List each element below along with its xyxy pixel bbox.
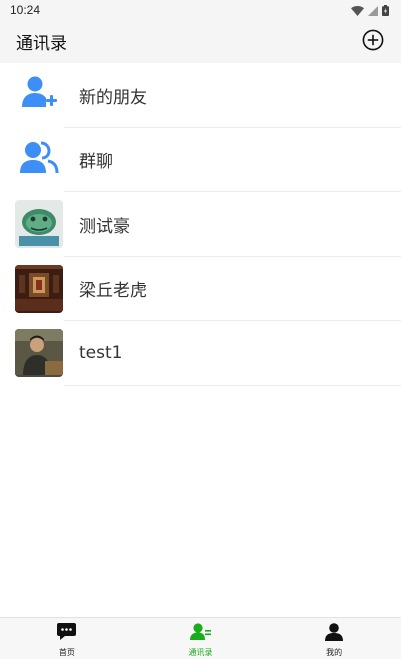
nav-tab-contacts[interactable]: 通讯录 <box>134 618 268 659</box>
person-icon <box>325 623 344 645</box>
avatar <box>15 136 63 184</box>
add-button[interactable] <box>361 29 385 55</box>
contact-item[interactable]: 梁丘老虎 <box>0 257 401 321</box>
plus-circle-icon <box>362 29 384 55</box>
nav-tab-me[interactable]: 我的 <box>267 618 401 659</box>
nav-label: 首页 <box>58 648 75 657</box>
status-icons <box>351 1 389 20</box>
avatar <box>15 71 63 119</box>
contact-name: 测试豪 <box>79 216 130 237</box>
contact-name: 梁丘老虎 <box>79 281 147 301</box>
nav-label: 我的 <box>326 648 343 657</box>
green-creature-photo <box>15 200 63 248</box>
divider <box>64 384 401 386</box>
battery-icon <box>382 1 389 20</box>
nav-tab-home[interactable]: 首页 <box>0 618 134 659</box>
contact-item-new-friends[interactable]: 新的朋友 <box>0 63 401 128</box>
group-chat-icon <box>19 140 59 180</box>
avatar <box>15 200 63 248</box>
room-photo <box>15 264 63 313</box>
contact-item[interactable]: 测试豪 <box>0 192 401 257</box>
add-friend-icon <box>20 74 58 116</box>
avatar <box>15 264 63 313</box>
page-title: 通讯录 <box>16 34 67 54</box>
contact-list: 新的朋友 群聊 测试豪 梁丘老虎 test1 <box>0 63 401 386</box>
bottom-nav: 首页 通讯录 我的 <box>0 617 401 659</box>
nav-label: 通讯录 <box>188 648 213 657</box>
contact-name: 群聊 <box>79 152 113 172</box>
signal-icon <box>368 1 378 20</box>
contact-name: test1 <box>79 343 123 363</box>
person-photo <box>15 329 63 377</box>
contact-item-group-chat[interactable]: 群聊 <box>0 128 401 192</box>
status-bar: 10:24 <box>0 0 401 20</box>
chat-bubble-icon <box>57 623 77 645</box>
wifi-icon <box>351 1 364 20</box>
contacts-screen: 10:24 通讯录 新的朋友 群聊 测试豪 梁丘老虎 test1 首页 通讯录 … <box>0 0 401 659</box>
contact-name: 新的朋友 <box>79 87 147 108</box>
status-time: 10:24 <box>10 3 41 17</box>
header-bar: 通讯录 <box>0 20 401 63</box>
contact-item[interactable]: test1 <box>0 321 401 386</box>
avatar <box>15 329 63 377</box>
contacts-icon <box>189 623 212 645</box>
